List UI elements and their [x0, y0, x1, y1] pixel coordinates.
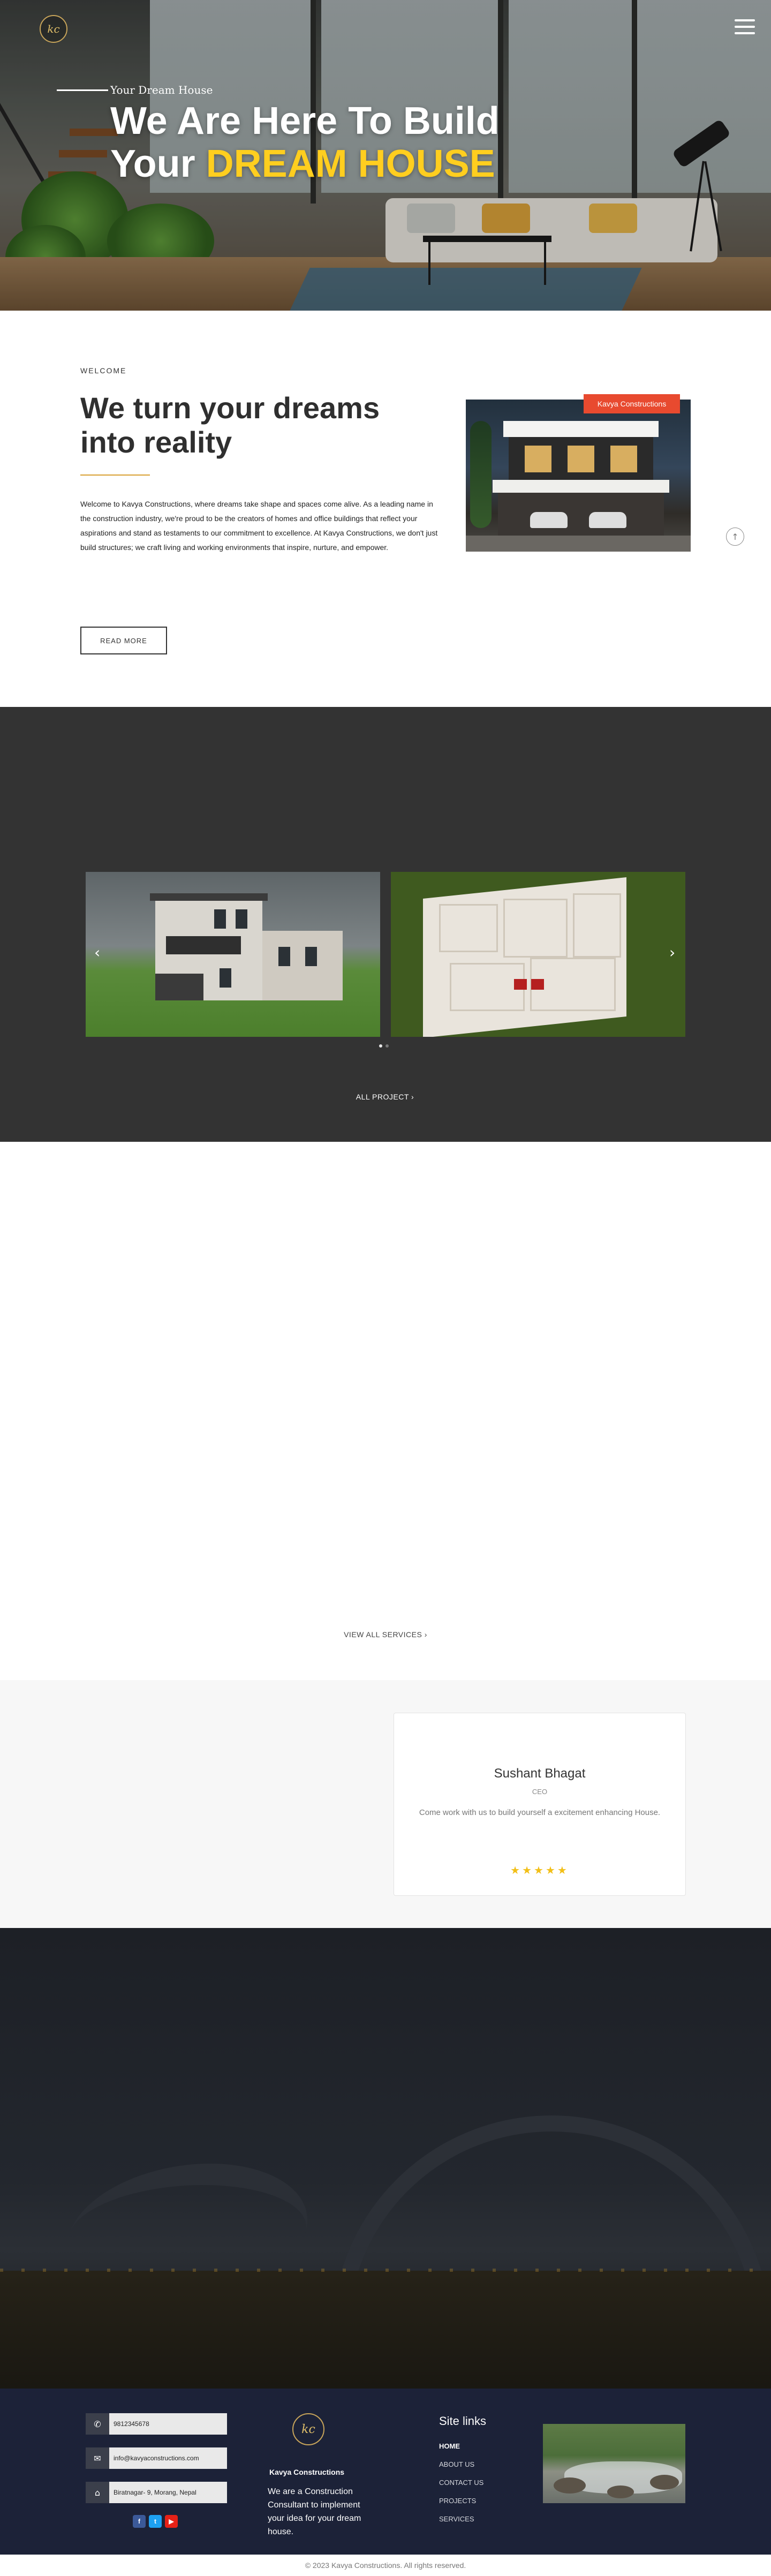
copyright: © 2023 Kavya Constructions. All rights r…	[0, 2555, 771, 2576]
footer-brand-name: Kavya Constructions	[269, 2468, 345, 2476]
floorplan-room	[450, 963, 525, 1011]
chevron-right-icon: ›	[411, 1093, 414, 1101]
footer-link-home[interactable]: HOME	[439, 2442, 460, 2450]
building-window	[214, 909, 226, 929]
youtube-icon[interactable]: ▶	[165, 2515, 178, 2528]
contact-phone[interactable]: ✆ 9812345678	[86, 2413, 227, 2435]
contact-email-value: info@kavyaconstructions.com	[109, 2447, 227, 2469]
brand-logo-mark: kc	[47, 22, 60, 35]
footer-logo[interactable]: kc	[292, 2413, 324, 2445]
floorplan-furniture	[531, 979, 544, 990]
footer-link-projects[interactable]: PROJECTS	[439, 2497, 476, 2505]
contact-phone-value: 9812345678	[109, 2413, 227, 2435]
all-project-label: ALL PROJECT	[356, 1093, 409, 1101]
project-slide[interactable]	[391, 872, 685, 1037]
phone-icon: ✆	[86, 2413, 109, 2435]
email-icon: ✉	[86, 2447, 109, 2469]
footer-link-services[interactable]: SERVICES	[439, 2515, 474, 2523]
contact-email[interactable]: ✉ info@kavyaconstructions.com	[86, 2447, 227, 2469]
contact-address-value: Biratnagar- 9, Morang, Nepal	[109, 2482, 227, 2503]
building-block	[262, 931, 343, 1000]
carousel-next-icon[interactable]: ›	[669, 944, 675, 961]
carousel-dot[interactable]	[386, 1044, 389, 1048]
house-upper-floor	[509, 437, 653, 480]
hero-title-line1: We Are Here To Build	[110, 100, 500, 142]
hero-title: We Are Here To Build Your DREAM HOUSE	[110, 100, 592, 185]
footer-link-about[interactable]: ABOUT US	[439, 2460, 474, 2468]
city-lights	[0, 2269, 771, 2272]
location-icon: ⌂	[86, 2482, 109, 2503]
building-window	[236, 909, 247, 929]
scroll-top-icon[interactable]: ↑	[726, 528, 744, 546]
carousel-dot[interactable]	[379, 1044, 382, 1048]
city-banner	[0, 1928, 771, 2389]
brand-logo[interactable]: kc	[40, 15, 67, 43]
house-slab	[493, 480, 669, 493]
floorplan-room	[439, 904, 498, 952]
house-car	[589, 512, 626, 528]
about-eyebrow: WELCOME	[80, 366, 127, 375]
river-rock	[650, 2475, 679, 2490]
about-body: Welcome to Kavya Constructions, where dr…	[80, 500, 438, 552]
house-garage	[498, 493, 664, 536]
hero-eyebrow-line	[57, 89, 108, 91]
view-all-services-label: VIEW ALL SERVICES	[344, 1630, 422, 1639]
floorplan-furniture	[514, 979, 527, 990]
river-rock	[607, 2485, 634, 2498]
about-divider	[80, 474, 150, 476]
house-car	[530, 512, 568, 528]
floorplan-room	[503, 899, 568, 958]
hero-section: kc Your Dream House We Are Here To Build…	[0, 0, 771, 311]
testimonial-quote: Come work with us to build yourself a ex…	[419, 1808, 661, 1817]
house-roof	[503, 421, 659, 437]
about-house-image	[466, 400, 691, 552]
hero-eyebrow: Your Dream House	[110, 84, 213, 96]
all-project-link[interactable]: ALL PROJECT ›	[356, 1093, 414, 1101]
footer-logo-mark: kc	[301, 2422, 315, 2436]
building-window	[220, 968, 231, 988]
building-garage	[155, 974, 203, 1000]
floorplan-room	[573, 893, 621, 958]
building-balcony	[166, 936, 241, 954]
footer-link-contact[interactable]: CONTACT US	[439, 2479, 483, 2487]
hero-title-line2: Your	[110, 142, 206, 185]
hero-title-highlight: DREAM HOUSE	[206, 142, 495, 185]
carousel-prev-icon[interactable]: ‹	[94, 944, 100, 961]
project-slide[interactable]	[86, 872, 380, 1037]
rating-stars: ★★★★★	[510, 1864, 569, 1877]
twitter-icon[interactable]: t	[149, 2515, 162, 2528]
image-brand-tag: Kavya Constructions	[584, 394, 680, 413]
footer-about: We are a Construction Consultant to impl…	[268, 2487, 361, 2536]
site-links-title: Site links	[439, 2414, 487, 2428]
building-roof	[150, 893, 268, 901]
contact-address[interactable]: ⌂ Biratnagar- 9, Morang, Nepal	[86, 2482, 227, 2503]
testimonial-role: CEO	[532, 1788, 548, 1796]
about-title: We turn your dreams into reality	[80, 391, 380, 459]
house-ground	[466, 536, 691, 552]
view-all-services-link[interactable]: VIEW ALL SERVICES ›	[344, 1630, 427, 1639]
read-more-button[interactable]: READ MORE	[80, 627, 167, 654]
building-window	[278, 947, 290, 966]
carousel-dots	[379, 1044, 389, 1048]
river-rock	[554, 2477, 586, 2494]
testimonial-name: Sushant Bhagat	[494, 1766, 586, 1781]
footer-river-image	[543, 2424, 685, 2503]
house-tree	[470, 421, 492, 528]
building-window	[305, 947, 317, 966]
city-water	[0, 2271, 771, 2389]
hamburger-menu-icon[interactable]	[735, 19, 755, 35]
social-links: f t ▶	[133, 2515, 178, 2528]
chevron-right-icon: ›	[424, 1630, 427, 1639]
facebook-icon[interactable]: f	[133, 2515, 146, 2528]
